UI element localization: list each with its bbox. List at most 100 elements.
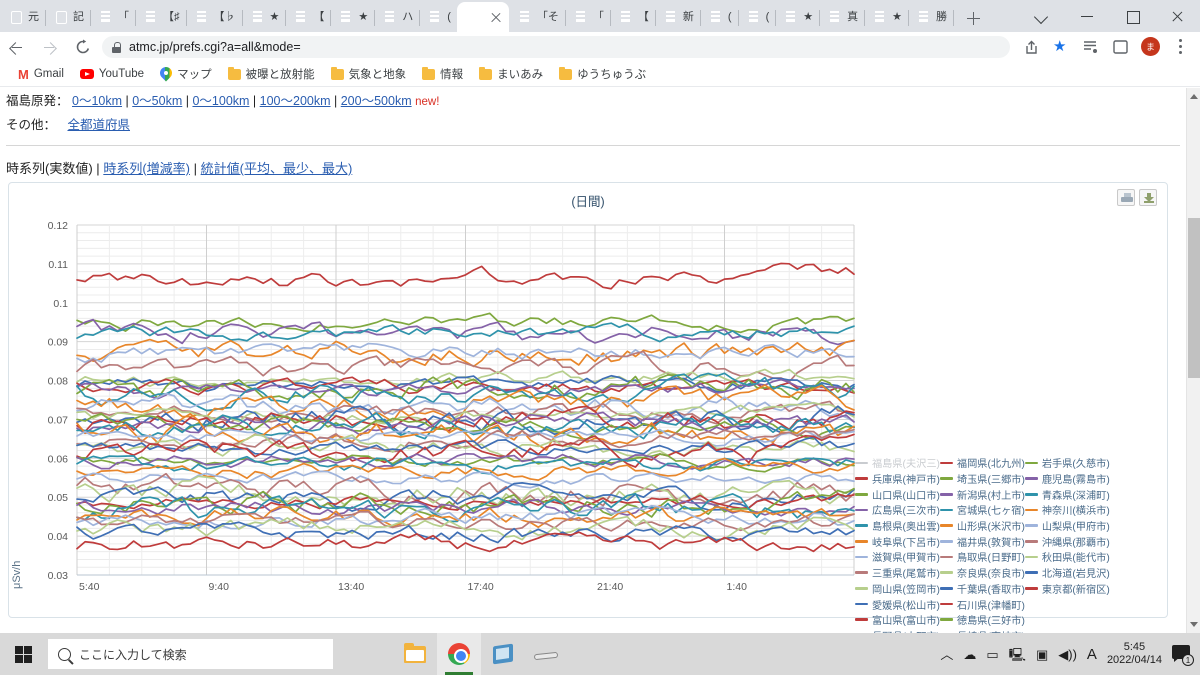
network-icon[interactable]: 🖳: [1009, 648, 1026, 661]
legend-item[interactable]: 福井県(敦賀市): [939, 533, 1025, 549]
taskbar-chrome[interactable]: [437, 633, 481, 675]
close-window-button[interactable]: [1155, 0, 1200, 32]
tab-2[interactable]: 「: [90, 2, 136, 32]
chevron-up-icon[interactable]: ︿: [940, 648, 953, 661]
minimize-button[interactable]: [1065, 0, 1110, 32]
legend-item[interactable]: 石川県(津幡町): [939, 596, 1025, 612]
tab-0[interactable]: 元: [0, 2, 46, 32]
reading-list-button[interactable]: [1076, 32, 1106, 62]
bookmark-6[interactable]: まいあみ: [471, 66, 551, 82]
legend-item[interactable]: 富山県(富山市): [855, 612, 940, 628]
onedrive-icon[interactable]: ☁: [963, 648, 976, 661]
print-button[interactable]: [1117, 189, 1135, 206]
tab-4[interactable]: 【♭: [186, 2, 243, 32]
legend-item[interactable]: 島根県(奥出雲): [855, 518, 940, 534]
tab-3[interactable]: 【♯: [135, 2, 187, 32]
tab-8[interactable]: ハ: [374, 2, 421, 32]
tab-14[interactable]: 新: [655, 2, 701, 32]
legend-item[interactable]: 千葉県(香取市): [939, 581, 1025, 597]
link-distance-4[interactable]: 200〜500km: [341, 94, 412, 108]
legend-item[interactable]: 岡山県(笠岡市): [855, 581, 940, 597]
tab-7[interactable]: ★: [330, 2, 376, 32]
legend-item[interactable]: 鳥取県(日野町): [939, 549, 1025, 565]
mode-link-rate[interactable]: 時系列(増減率): [103, 161, 190, 176]
legend-item[interactable]: 広島県(三次市): [855, 502, 940, 518]
tab-18[interactable]: 真: [819, 2, 866, 32]
legend-item[interactable]: 沖縄県(那覇市): [1024, 533, 1110, 549]
legend-item[interactable]: 愛媛県(松山市): [855, 596, 940, 612]
bookmark-7[interactable]: ゆうちゅうぶ: [551, 66, 654, 82]
bookmark-5[interactable]: 情報: [414, 66, 471, 82]
legend-item[interactable]: 滋賀県(甲賀市): [855, 549, 940, 565]
maximize-button[interactable]: [1110, 0, 1155, 32]
taskbar-pen[interactable]: [525, 633, 569, 675]
tab-6[interactable]: 【: [285, 2, 332, 32]
scroll-up-arrow-icon[interactable]: [1190, 94, 1198, 99]
bookmark-0[interactable]: M Gmail: [10, 68, 72, 81]
share-button[interactable]: [1016, 32, 1046, 62]
tab-20[interactable]: 勝: [908, 2, 955, 32]
start-button[interactable]: [0, 633, 46, 675]
back-button[interactable]: [0, 32, 34, 62]
legend-item[interactable]: 山口県(山口市): [855, 486, 940, 502]
legend-item[interactable]: 北海道(岩見沢): [1024, 565, 1110, 581]
mode-link-stats[interactable]: 統計値(平均、最少、最大): [201, 161, 353, 176]
tab-19[interactable]: ★: [864, 2, 910, 32]
page-scrollbar[interactable]: [1186, 88, 1200, 633]
battery-icon[interactable]: ▭: [986, 648, 998, 661]
legend-item[interactable]: 新潟県(村上市): [939, 486, 1025, 502]
notification-center-button[interactable]: 1: [1172, 645, 1194, 666]
link-distance-1[interactable]: 0〜50km: [132, 94, 182, 108]
legend-item[interactable]: 山梨県(甲府市): [1024, 518, 1110, 534]
bookmark-2[interactable]: マップ: [152, 66, 220, 82]
legend-item[interactable]: 三重県(尾鷲市): [855, 565, 940, 581]
close-icon[interactable]: [489, 10, 503, 24]
link-distance-0[interactable]: 0〜10km: [72, 94, 122, 108]
link-distance-3[interactable]: 100〜200km: [260, 94, 331, 108]
bookmark-1[interactable]: YouTube: [72, 68, 152, 80]
bookmark-4[interactable]: 気象と地象: [323, 66, 415, 82]
tab-16[interactable]: (: [738, 2, 777, 32]
scroll-down-arrow-icon[interactable]: [1190, 622, 1198, 627]
scrollbar-thumb[interactable]: [1188, 218, 1200, 378]
reload-button[interactable]: [68, 32, 98, 62]
taskbar-store[interactable]: [481, 633, 525, 675]
tab-15[interactable]: (: [700, 2, 739, 32]
ime-A-icon[interactable]: A: [1087, 647, 1097, 662]
volume-icon[interactable]: ◀)): [1058, 648, 1077, 661]
legend-item[interactable]: 宮城県(七ヶ宿): [939, 502, 1025, 518]
tab-9[interactable]: (: [419, 2, 458, 32]
tab-active[interactable]: [456, 2, 509, 32]
legend-item[interactable]: 鹿児島(霧島市): [1024, 471, 1110, 487]
legend-item[interactable]: 徳島県(三好市): [939, 612, 1025, 628]
legend-item[interactable]: 兵庫県(神戸市): [855, 471, 940, 487]
bookmark-3[interactable]: 被曝と放射能: [220, 66, 323, 82]
tab-13[interactable]: 【: [610, 2, 656, 32]
tab-1[interactable]: 記: [45, 2, 91, 32]
legend-item[interactable]: 山形県(米沢市): [939, 518, 1025, 534]
legend-item[interactable]: 神奈川(横浜市): [1024, 502, 1110, 518]
legend-item[interactable]: 岩手県(久慈市): [1024, 455, 1110, 471]
tab-11[interactable]: 「そ: [509, 2, 566, 32]
legend-item[interactable]: 福岡県(北九州): [939, 455, 1025, 471]
legend-item[interactable]: 岐阜県(下呂市): [855, 533, 940, 549]
new-tab-button[interactable]: [959, 4, 987, 32]
link-distance-2[interactable]: 0〜100km: [192, 94, 249, 108]
chrome-menu-button[interactable]: [1166, 32, 1196, 62]
download-button[interactable]: [1139, 189, 1157, 206]
address-bar[interactable]: atmc.jp/prefs.cgi?a=all&mode=: [102, 36, 1010, 58]
tab-12[interactable]: 「: [565, 2, 611, 32]
legend-item[interactable]: 青森県(深浦町): [1024, 486, 1110, 502]
link-all-prefectures[interactable]: 全都道府県: [67, 118, 130, 132]
forward-button[interactable]: [34, 32, 68, 62]
tab-5[interactable]: ★: [242, 2, 287, 32]
taskbar-clock[interactable]: 5:45 2022/04/14: [1107, 641, 1162, 667]
legend-item[interactable]: 秋田県(能代市): [1024, 549, 1110, 565]
side-panel-button[interactable]: [1106, 32, 1136, 62]
display-icon[interactable]: ▣: [1036, 648, 1048, 661]
taskbar-search[interactable]: ここに入力して検索: [48, 639, 333, 669]
profile-button[interactable]: ま: [1136, 32, 1166, 62]
tab-search-chevron-icon[interactable]: [1020, 0, 1065, 32]
taskbar-file-explorer[interactable]: [393, 633, 437, 675]
legend-item[interactable]: 福島県(夫沢三): [855, 455, 940, 471]
